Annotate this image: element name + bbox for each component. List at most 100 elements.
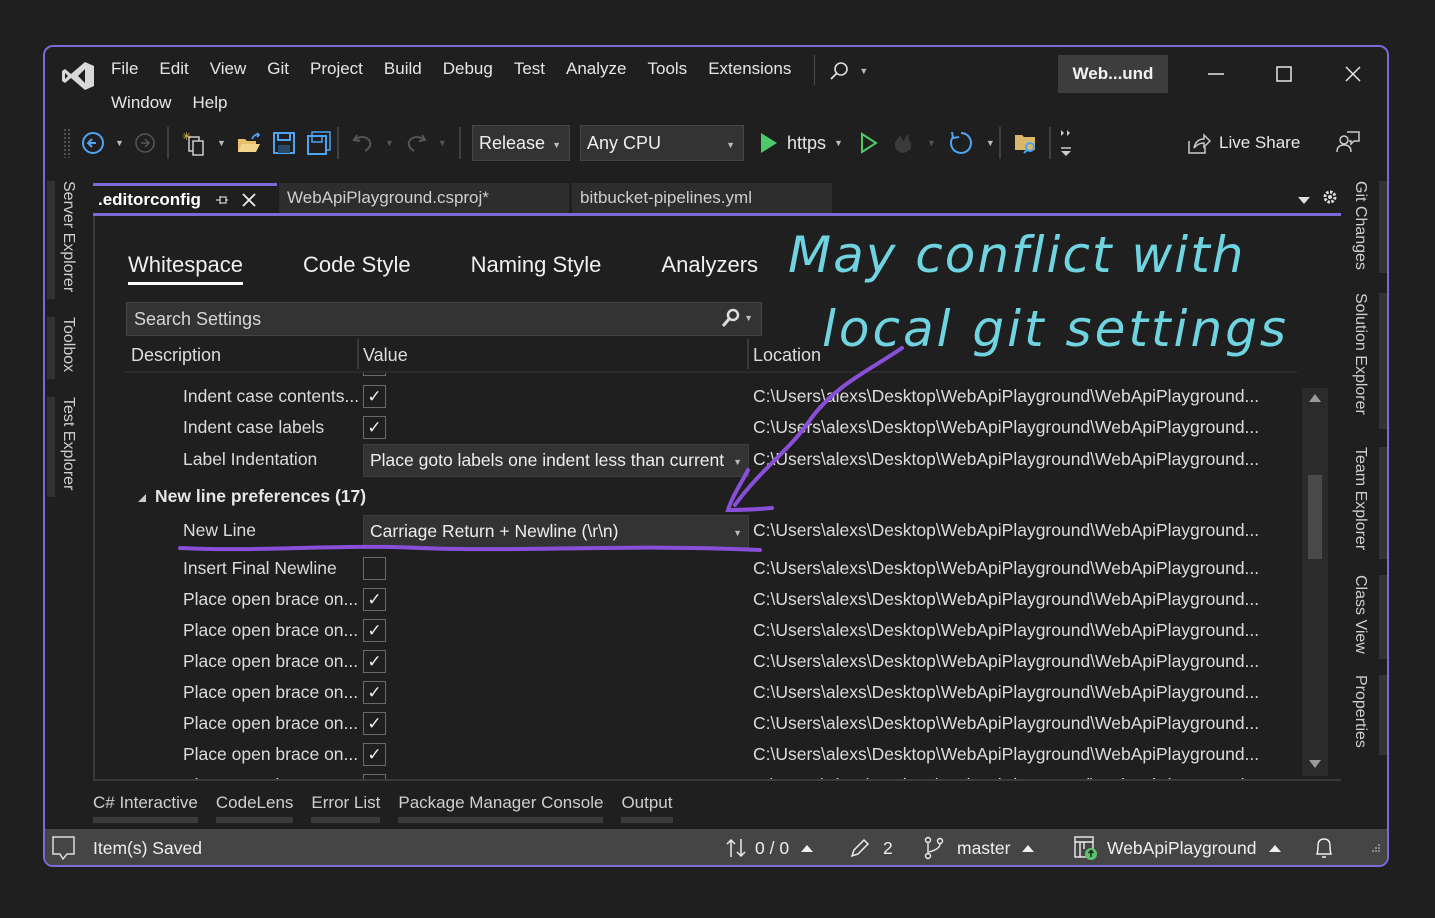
table-row-partial[interactable]: Place open brace on... ✓ C:\Users\alexs\De… [95, 770, 1300, 779]
setting-checkbox[interactable] [363, 557, 386, 580]
open-folder-icon[interactable] [236, 131, 262, 155]
class-view-tab[interactable]: Class View [1351, 575, 1369, 654]
navigate-forward-icon[interactable] [134, 132, 156, 154]
setting-checkbox[interactable]: ✓ [363, 650, 386, 673]
close-tab-icon[interactable] [241, 192, 257, 208]
table-row[interactable]: Label Indentation Place goto labels one i… [95, 444, 1300, 477]
table-row[interactable]: Indent case labels ✓ C:\Users\alexs\Deskto… [95, 412, 1300, 443]
solution-configuration-dropdown[interactable]: Release ▼ [472, 125, 570, 161]
menu-project[interactable]: Project [300, 59, 373, 85]
restart-dropdown-icon[interactable]: ▼ [986, 138, 995, 148]
properties-tab[interactable]: Properties [1351, 675, 1369, 748]
redo-dropdown-icon[interactable]: ▼ [438, 138, 447, 148]
sync-status-button[interactable]: 0 / 0 [725, 829, 814, 865]
maximize-button[interactable] [1269, 59, 1299, 89]
branch-button[interactable]: master [923, 829, 1035, 865]
tab-analyzers[interactable]: Analyzers [661, 252, 758, 285]
table-row[interactable]: Insert Final Newline C:\Users\alexs\Deskt… [95, 553, 1300, 584]
menu-build[interactable]: Build [374, 59, 432, 85]
test-explorer-tab[interactable]: Test Explorer [59, 397, 77, 490]
search-settings-input[interactable] [134, 308, 694, 330]
team-explorer-tab[interactable]: Team Explorer [1351, 447, 1369, 550]
menu-extensions[interactable]: Extensions [698, 59, 801, 85]
setting-dropdown[interactable]: Carriage Return + Newline (\r\n) ▼ [363, 515, 749, 548]
tab-naming-style[interactable]: Naming Style [471, 252, 602, 285]
menu-analyze[interactable]: Analyze [556, 59, 636, 85]
menu-file[interactable]: File [101, 59, 148, 85]
toolbar-grip[interactable] [63, 128, 71, 158]
hot-reload-icon[interactable] [891, 131, 915, 155]
doc-tab-editorconfig[interactable]: .editorconfig [93, 183, 277, 213]
table-row[interactable]: Place open brace on... ✓ C:\Users\alexs\De… [95, 584, 1300, 615]
redo-icon[interactable] [404, 131, 428, 155]
menu-view[interactable]: View [200, 59, 257, 85]
tab-whitespace[interactable]: Whitespace [128, 252, 243, 285]
pending-changes-button[interactable]: 2 [849, 829, 893, 865]
column-header-value[interactable]: Value [358, 339, 748, 371]
new-project-icon[interactable]: ✳ [181, 130, 207, 156]
doc-tab-csproj[interactable]: WebApiPlayground.csproj* [279, 183, 569, 213]
tab-codelens[interactable]: CodeLens [215, 793, 293, 823]
setting-checkbox[interactable]: ✓ [363, 681, 386, 704]
navigate-back-icon[interactable] [81, 131, 105, 155]
resize-grip[interactable] [1367, 829, 1381, 865]
close-window-button[interactable] [1338, 59, 1368, 89]
restart-icon[interactable] [948, 130, 974, 156]
git-changes-tab[interactable]: Git Changes [1351, 181, 1369, 270]
setting-checkbox[interactable]: ✓ [363, 416, 386, 439]
table-row-partial[interactable] [95, 373, 1300, 380]
table-row[interactable]: Place open brace on... ✓ C:\Users\alexs\De… [95, 646, 1300, 677]
back-dropdown-icon[interactable]: ▼ [115, 138, 124, 148]
gear-icon[interactable] [1321, 188, 1339, 206]
new-project-dropdown-icon[interactable]: ▼ [217, 138, 226, 148]
setting-checkbox[interactable]: ✓ [363, 619, 386, 642]
save-all-icon[interactable] [306, 131, 332, 155]
start-debugging-button[interactable]: https ▼ [759, 123, 843, 163]
expand-collapse-icon[interactable] [137, 490, 147, 508]
repository-button[interactable]: WebApiPlayground [1073, 829, 1281, 865]
settings-vertical-scrollbar[interactable] [1302, 388, 1328, 776]
tab-csharp-interactive[interactable]: C# Interactive [93, 793, 198, 823]
live-share-button[interactable]: Live Share [1187, 123, 1300, 163]
search-options-button[interactable]: ▼ [721, 307, 753, 329]
minimize-button[interactable] [1201, 59, 1231, 89]
menu-debug[interactable]: Debug [433, 59, 503, 85]
notification-message-icon[interactable] [51, 835, 77, 861]
undo-dropdown-icon[interactable]: ▼ [385, 138, 394, 148]
server-explorer-tab[interactable]: Server Explorer [59, 181, 77, 292]
setting-checkbox[interactable]: ✓ [363, 588, 386, 611]
tab-list-dropdown-icon[interactable] [1297, 195, 1311, 205]
group-header-row[interactable]: New line preferences (17) [95, 481, 1300, 512]
tab-output[interactable]: Output [621, 793, 673, 823]
menu-git[interactable]: Git [257, 59, 299, 85]
solution-explorer-tab[interactable]: Solution Explorer [1351, 293, 1369, 415]
column-header-description[interactable]: Description [126, 339, 356, 371]
notifications-button[interactable] [1313, 829, 1335, 865]
table-row[interactable]: Place open brace on... ✓ C:\Users\alexs\De… [95, 708, 1300, 739]
undo-icon[interactable] [351, 131, 375, 155]
menu-test[interactable]: Test [504, 59, 555, 85]
setting-checkbox[interactable]: ✓ [363, 743, 386, 766]
pin-icon[interactable] [215, 193, 229, 207]
menu-tools[interactable]: Tools [638, 59, 698, 85]
solution-name-badge[interactable]: Web...und [1058, 55, 1168, 93]
column-header-location[interactable]: Location [748, 339, 1288, 371]
hot-reload-dropdown-icon[interactable]: ▼ [927, 138, 936, 148]
table-row[interactable]: Place open brace on... ✓ C:\Users\alexs\De… [95, 677, 1300, 708]
tab-error-list[interactable]: Error List [311, 793, 380, 823]
feature-search-button[interactable]: ▼ [829, 57, 868, 85]
table-row[interactable]: Place open brace on... ✓ C:\Users\alexs\De… [95, 739, 1300, 770]
setting-checkbox[interactable]: ✓ [363, 774, 386, 779]
table-row[interactable]: Indent case contents... ✓ C:\Users\alexs\D… [95, 381, 1300, 412]
menu-edit[interactable]: Edit [149, 59, 198, 85]
tab-package-manager-console[interactable]: Package Manager Console [398, 793, 604, 823]
scroll-down-icon[interactable] [1309, 760, 1321, 768]
run-target-dropdown-icon[interactable]: ▼ [834, 138, 843, 148]
setting-checkbox[interactable]: ✓ [363, 712, 386, 735]
scroll-thumb[interactable] [1308, 475, 1322, 559]
feedback-icon[interactable] [1335, 130, 1361, 156]
solution-explorer-folder-icon[interactable] [1013, 131, 1039, 155]
setting-checkbox[interactable]: ✓ [363, 385, 386, 408]
solution-platform-dropdown[interactable]: Any CPU ▼ [580, 125, 744, 161]
menu-help[interactable]: Help [182, 93, 237, 113]
